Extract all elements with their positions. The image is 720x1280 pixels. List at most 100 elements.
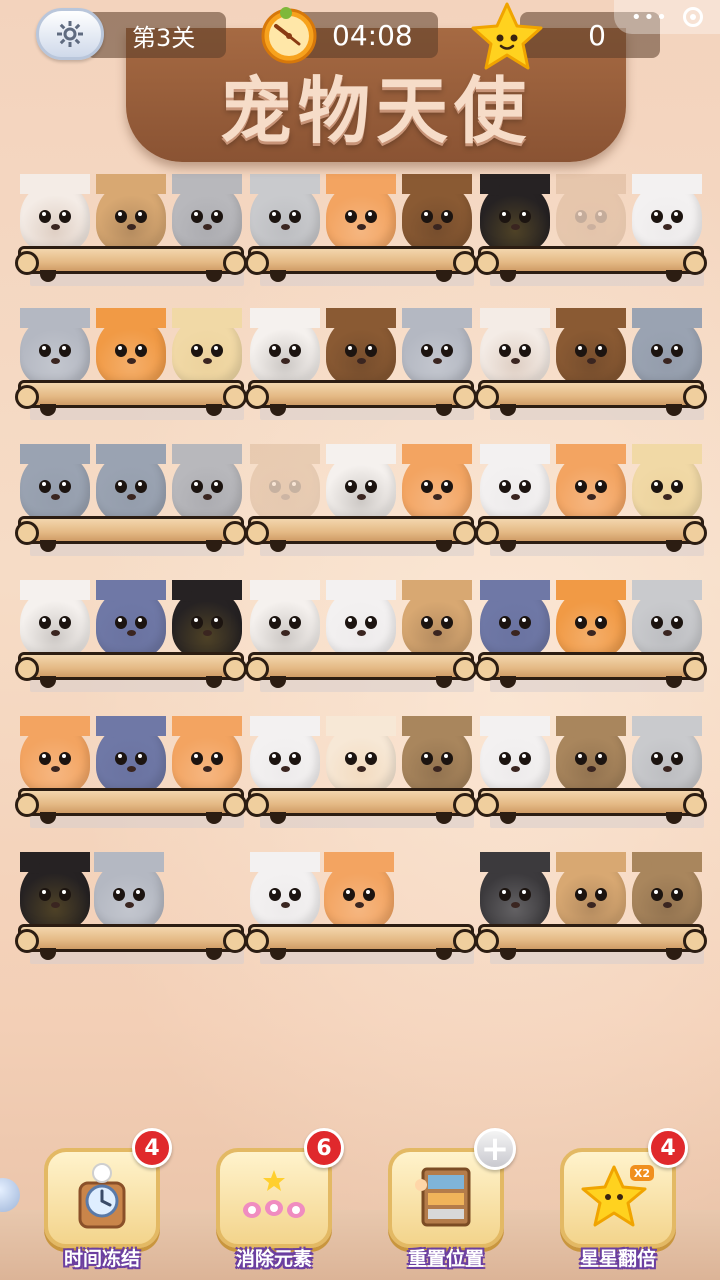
grey-white-cat-tile[interactable] — [250, 174, 320, 252]
pet-nose — [127, 766, 136, 772]
golden-puppy-tile[interactable] — [632, 444, 702, 522]
grey-white-cat-tile[interactable] — [632, 716, 702, 794]
pet-face — [172, 724, 242, 794]
shelf-slot-17[interactable] — [245, 846, 477, 964]
shelf-slot-11[interactable] — [245, 574, 477, 692]
close-circle-icon[interactable] — [682, 7, 703, 27]
white-cat-tile[interactable] — [250, 716, 320, 794]
pet-eye — [59, 344, 71, 357]
pet-eye — [289, 616, 301, 629]
pet-row — [250, 302, 472, 386]
shih-tzu-puppy-tile[interactable] — [20, 174, 90, 252]
cream-cat-tile[interactable] — [326, 716, 396, 794]
shelf-slot-10[interactable] — [15, 574, 247, 692]
grey-tabby-cat-tile[interactable] — [172, 174, 242, 252]
timer-value: 04:08 — [332, 18, 413, 52]
yorkie-tile[interactable] — [326, 308, 396, 386]
orange-white-cat-tile[interactable] — [324, 852, 394, 930]
pet-eye — [651, 888, 663, 901]
orange-tabby-cat-tile[interactable] — [556, 580, 626, 658]
black-labrador-tile[interactable] — [480, 174, 550, 252]
tool-button-3[interactable]: + 重置位置 — [384, 1128, 516, 1272]
grey-white-cat-tile[interactable] — [632, 580, 702, 658]
pet-face — [480, 860, 550, 930]
shih-tzu-puppy-tile[interactable] — [480, 308, 550, 386]
orange-white-cat-tile[interactable] — [402, 444, 472, 522]
pet-nose — [663, 766, 672, 772]
pet-nose — [511, 494, 520, 500]
orange-white-cat-tile[interactable] — [172, 716, 242, 794]
brown-tabby-cat-tile[interactable] — [632, 852, 702, 930]
pet-face — [324, 860, 394, 930]
pug-tile[interactable] — [556, 852, 626, 930]
pet-face — [250, 182, 320, 252]
british-blue-cat-tile[interactable] — [480, 580, 550, 658]
pet-nose — [281, 766, 290, 772]
shelf-slot-12[interactable] — [475, 574, 707, 692]
grey-sheepdog-tile[interactable] — [94, 852, 164, 930]
yorkie-tile[interactable] — [402, 174, 472, 252]
shelf-slot-1[interactable] — [15, 168, 247, 286]
tool-button-1[interactable]: 4 时间冻结 — [40, 1128, 172, 1272]
settings-button[interactable] — [36, 8, 104, 60]
orange-white-cat-tile[interactable] — [326, 174, 396, 252]
shelf-slot-4[interactable] — [15, 302, 247, 420]
british-blue-cat-tile[interactable] — [96, 716, 166, 794]
pet-face — [556, 860, 626, 930]
pet-row — [20, 846, 242, 930]
shelf-slot-15[interactable] — [475, 710, 707, 828]
shelf-slot-3[interactable] — [475, 168, 707, 286]
brown-tabby-cat-tile[interactable] — [402, 716, 472, 794]
pug-tile[interactable] — [96, 174, 166, 252]
white-cat-tile[interactable] — [480, 716, 550, 794]
pet-eye — [345, 480, 357, 493]
more-menu-icon[interactable]: ••• — [631, 7, 669, 28]
orange-tabby-cat-tile[interactable] — [96, 308, 166, 386]
pet-eye — [365, 480, 377, 493]
white-cat-tile[interactable] — [250, 852, 320, 930]
calico-cat-tile[interactable] — [250, 308, 320, 386]
grey-poodle-tile[interactable] — [632, 308, 702, 386]
white-cat-tile[interactable] — [480, 444, 550, 522]
pet-eye — [343, 888, 355, 901]
shelf-slot-18[interactable] — [475, 846, 707, 964]
husky-tile[interactable] — [480, 852, 550, 930]
shelf-slot-6[interactable] — [475, 302, 707, 420]
yorkie-tile[interactable] — [556, 308, 626, 386]
shelf-slot-16[interactable] — [15, 846, 247, 964]
grey-tabby-cat-tile[interactable] — [172, 444, 242, 522]
pet-face — [632, 588, 702, 658]
british-blue-cat-tile[interactable] — [96, 580, 166, 658]
shelf-slot-14[interactable] — [245, 710, 477, 828]
shelf-slot-9[interactable] — [475, 438, 707, 556]
pet-eye — [595, 344, 607, 357]
grey-poodle-tile[interactable] — [96, 444, 166, 522]
pug-tile[interactable] — [402, 580, 472, 658]
mini-program-capsule[interactable]: ••• — [614, 0, 720, 34]
shelf-slot-8[interactable] — [245, 438, 477, 556]
white-cat-tile[interactable] — [326, 580, 396, 658]
calico-cat-tile[interactable] — [326, 444, 396, 522]
pet-eye — [289, 888, 301, 901]
calico-cat-tile[interactable] — [250, 580, 320, 658]
shelf-slot-5[interactable] — [245, 302, 477, 420]
grey-sheepdog-tile[interactable] — [20, 308, 90, 386]
pet-row — [480, 710, 702, 794]
shelf-slot-7[interactable] — [15, 438, 247, 556]
pet-eye — [115, 752, 127, 765]
pet-eye — [519, 616, 531, 629]
black-labrador-tile[interactable] — [172, 580, 242, 658]
grey-poodle-tile[interactable] — [20, 444, 90, 522]
black-labrador-tile[interactable] — [20, 852, 90, 930]
tool-button-2[interactable]: 6 消除元素 — [212, 1128, 344, 1272]
calico-cat-tile[interactable] — [20, 580, 90, 658]
golden-puppy-tile[interactable] — [172, 308, 242, 386]
grey-sheepdog-tile[interactable] — [402, 308, 472, 386]
orange-white-cat-tile[interactable] — [556, 444, 626, 522]
tool-button-4[interactable]: X2 4 星星翻倍 — [556, 1128, 688, 1272]
shelf-slot-2[interactable] — [245, 168, 477, 286]
shelf-slot-13[interactable] — [15, 710, 247, 828]
orange-white-cat-tile[interactable] — [20, 716, 90, 794]
white-cat-tile[interactable] — [632, 174, 702, 252]
brown-tabby-cat-tile[interactable] — [556, 716, 626, 794]
